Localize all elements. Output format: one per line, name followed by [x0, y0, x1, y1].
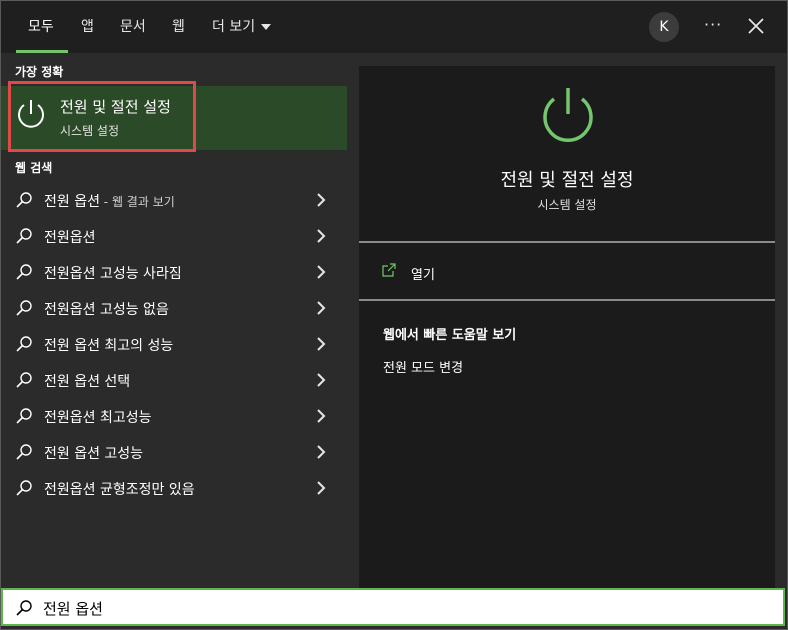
preview-title: 전원 및 절전 설정	[500, 170, 634, 191]
search-icon	[16, 600, 32, 616]
web-result-text: 전원 옵션 고성능	[44, 446, 144, 462]
web-result-label: 전원옵션 고성능 없음	[44, 299, 169, 319]
power-icon	[543, 88, 593, 142]
search-icon	[16, 408, 32, 424]
power-icon	[18, 100, 44, 128]
chevron-right-icon	[317, 229, 326, 243]
divider	[359, 299, 775, 301]
open-icon	[382, 263, 396, 277]
chevron-right-icon	[317, 373, 326, 387]
best-match-subtitle: 시스템 설정	[60, 124, 120, 138]
web-result-item[interactable]: 전원옵션	[1, 218, 347, 254]
web-result-label: 전원옵션 균형조정만 있음	[44, 479, 195, 499]
search-icon	[16, 228, 32, 244]
web-result-label: 전원 옵션 고성능	[44, 443, 143, 463]
help-heading: 웹에서 빠른 도움말 보기	[383, 328, 517, 343]
tab-all[interactable]: 모두	[28, 1, 54, 53]
best-match-heading: 가장 정확	[15, 65, 64, 79]
search-icon	[16, 444, 32, 460]
search-icon	[16, 192, 32, 208]
web-result-text: 전원옵션 균형조정만 있음	[44, 482, 195, 498]
best-match-title: 전원 및 절전 설정	[60, 98, 171, 116]
tab-web[interactable]: 웹	[172, 1, 185, 53]
web-result-item[interactable]: 전원옵션 고성능 없음	[1, 290, 347, 326]
search-icon	[16, 372, 32, 388]
top-bar: 모두 앱 문서 웹 더 보기 K ···	[1, 1, 787, 53]
web-result-item[interactable]: 전원옵션 고성능 사라짐	[1, 254, 347, 290]
chevron-right-icon	[317, 481, 326, 495]
open-action[interactable]: 열기	[411, 264, 435, 283]
search-box[interactable]: 전원 옵션	[1, 588, 785, 626]
preview-pane: 전원 및 절전 설정 시스템 설정 열기 웹에서 빠른 도움말 보기 전원 모드…	[359, 66, 775, 588]
chevron-right-icon	[317, 301, 326, 315]
web-result-label: 전원옵션 고성능 사라짐	[44, 263, 182, 283]
web-result-label: 전원옵션	[44, 227, 96, 247]
web-result-text: 전원옵션 고성능 없음	[44, 302, 169, 318]
web-result-item[interactable]: 전원 옵션 - 웹 결과 보기	[1, 182, 347, 218]
search-input[interactable]: 전원 옵션	[43, 598, 103, 619]
web-result-item[interactable]: 전원 옵션 선택	[1, 362, 347, 398]
search-icon	[16, 480, 32, 496]
web-result-label: 전원옵션 최고성능	[44, 407, 152, 427]
divider	[359, 241, 775, 243]
web-result-text: 전원옵션	[44, 230, 96, 246]
web-result-item[interactable]: 전원옵션 최고성능	[1, 398, 347, 434]
chevron-right-icon	[317, 193, 326, 207]
chevron-right-icon	[317, 337, 326, 351]
avatar[interactable]: K	[649, 12, 679, 42]
search-icon	[16, 300, 32, 316]
caret-down-icon	[261, 24, 272, 30]
close-icon[interactable]	[745, 15, 767, 37]
preview-subtitle: 시스템 설정	[537, 198, 597, 212]
web-result-text: 전원 옵션 선택	[44, 374, 131, 390]
web-result-text: 전원 옵션 최고의 성능	[44, 338, 174, 354]
search-icon	[16, 336, 32, 352]
web-result-text: 전원옵션 고성능 사라짐	[44, 266, 182, 282]
web-result-item[interactable]: 전원 옵션 고성능	[1, 434, 347, 470]
search-icon	[16, 264, 32, 280]
web-result-label: 전원 옵션 선택	[44, 371, 130, 391]
tab-apps[interactable]: 앱	[81, 1, 94, 53]
chevron-right-icon	[317, 265, 326, 279]
chevron-right-icon	[317, 445, 326, 459]
web-result-label: 전원 옵션 - 웹 결과 보기	[44, 191, 175, 211]
more-options-icon[interactable]: ···	[704, 15, 722, 34]
web-result-text: 전원옵션 최고성능	[44, 410, 152, 426]
tab-documents[interactable]: 문서	[120, 1, 146, 53]
tab-more-label: 더 보기	[212, 19, 256, 35]
web-result-text: 전원 옵션	[44, 194, 100, 210]
chevron-right-icon	[317, 409, 326, 423]
web-search-heading: 웹 검색	[15, 161, 53, 175]
help-link-change-power-mode[interactable]: 전원 모드 변경	[383, 357, 463, 376]
web-result-suffix: - 웹 결과 보기	[99, 195, 175, 209]
web-result-item[interactable]: 전원 옵션 최고의 성능	[1, 326, 347, 362]
web-result-item[interactable]: 전원옵션 균형조정만 있음	[1, 470, 347, 506]
tab-more[interactable]: 더 보기	[212, 1, 272, 53]
web-result-label: 전원 옵션 최고의 성능	[44, 335, 173, 355]
